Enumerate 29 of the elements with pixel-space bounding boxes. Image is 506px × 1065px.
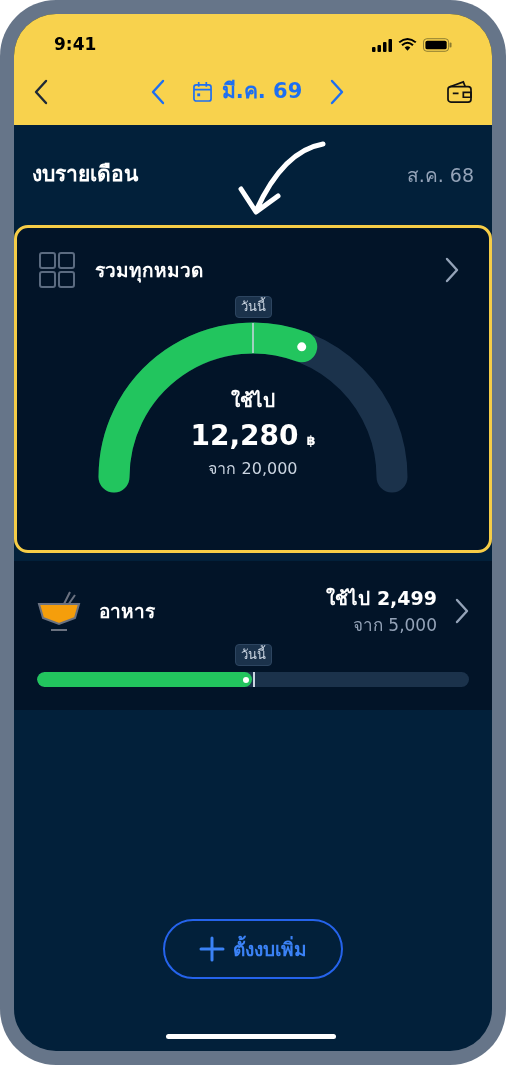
plus-icon	[199, 936, 225, 962]
signal-icon	[372, 38, 392, 52]
period-label: ส.ค. 68	[406, 162, 474, 188]
wallet-icon[interactable]	[447, 80, 472, 103]
budget-amount: จาก 5,000	[352, 613, 437, 637]
back-icon[interactable]	[34, 78, 48, 105]
next-month-icon[interactable]	[330, 78, 345, 105]
spent-amount: ใช้ไป 2,499	[326, 586, 437, 611]
spent-label: ใช้ไป	[231, 388, 275, 413]
grid-icon	[39, 252, 75, 288]
calendar-icon	[192, 81, 212, 102]
section-title: งบรายเดือน	[32, 161, 138, 189]
status-time: 9:41	[54, 33, 97, 57]
currency-symbol: ฿	[306, 431, 316, 450]
today-tag: วันนี้	[234, 644, 272, 666]
category-name: อาหาร	[99, 598, 156, 624]
spent-amount: 12,280	[190, 417, 299, 454]
chevron-right-icon[interactable]	[455, 598, 469, 624]
battery-icon	[423, 38, 452, 52]
total-budget-card[interactable]: รวมทุกหมวด วันนี้ ใช้ไป 12,280 ฿ จาก 20,000	[14, 225, 492, 553]
wifi-icon	[398, 38, 417, 52]
today-tag: วันนี้	[234, 296, 272, 318]
chevron-right-icon[interactable]	[445, 257, 459, 283]
previous-month-icon[interactable]	[150, 78, 165, 105]
category-card[interactable]: อาหาร ใช้ไป 2,499 จาก 5,000 วันนี้	[14, 561, 492, 710]
category-name: รวมทุกหมวด	[95, 257, 204, 285]
budget-amount: จาก 20,000	[208, 457, 298, 480]
add-budget-button[interactable]: ตั้งงบเพิ่ม	[163, 919, 343, 979]
bowl-icon	[37, 590, 81, 632]
